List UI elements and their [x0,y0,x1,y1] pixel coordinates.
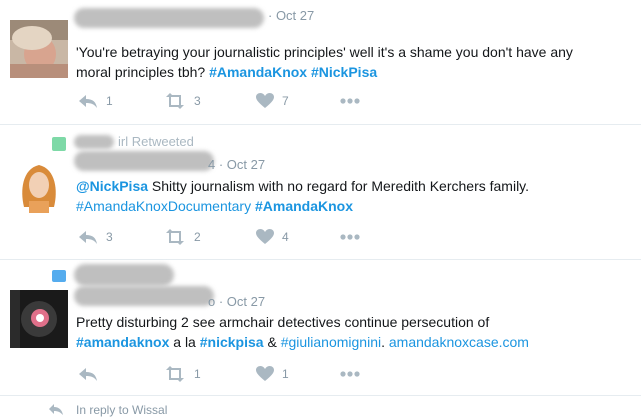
reply-count: 1 [106,94,113,108]
tweet-2[interactable]: irl Retweeted 4 · Oct 27 @NickPisa Shitt… [0,125,641,260]
redacted-name [74,151,214,171]
avatar[interactable] [10,20,68,78]
like-button[interactable]: 1 [256,364,289,384]
tweet-time[interactable]: · Oct 27 [268,8,314,23]
hashtag-link[interactable]: #AmandaKnox [255,198,353,214]
more-icon [340,371,360,377]
mention-link[interactable]: @NickPisa [76,178,148,194]
heart-icon [256,93,274,108]
reply-button[interactable]: 3 [78,227,113,247]
external-link[interactable]: amandaknoxcase.com [389,334,529,350]
tweet-1[interactable]: · Oct 27 'You're betraying your journali… [0,0,641,125]
avatar[interactable] [10,290,68,348]
more-icon [340,98,360,104]
text-fragment: moral principles tbh? [76,64,210,80]
hashtag-link[interactable]: #giulianomignini [281,334,381,350]
more-button[interactable] [340,364,360,384]
retweet-button[interactable]: 2 [164,227,201,247]
like-button[interactable]: 7 [256,91,289,111]
tweet-text-line: Pretty disturbing 2 see armchair detecti… [76,314,490,330]
reply-icon [79,368,97,381]
tweet-actions: 1 3 7 [78,91,378,111]
tweet-text-line: 'You're betraying your journalistic prin… [76,44,573,60]
like-button[interactable]: 4 [256,227,289,247]
more-button[interactable] [340,227,360,247]
reply-count: 3 [106,230,113,244]
tweet-3[interactable]: o · Oct 27 Pretty disturbing 2 see armch… [0,260,641,396]
reply-button[interactable]: 1 [78,91,113,111]
heart-icon [256,229,274,244]
text-fragment: . [381,334,389,350]
text-fragment: Shitty journalism with no regard for Mer… [148,178,530,194]
more-icon [340,234,360,240]
tweet-text-line: #amandaknox a la #nickpisa & #giulianomi… [76,332,529,352]
tweet-text: @NickPisa Shitty journalism with no rega… [76,176,529,216]
retweet-indicator-icon [52,137,66,151]
redacted-name [74,8,264,28]
more-button[interactable] [340,91,360,111]
redacted-retweeter [74,135,114,149]
reply-indicator-icon [52,270,66,282]
next-tweet-partial: In reply to Wissal [0,396,641,417]
retweet-icon [166,229,184,245]
tweet-text-line: @NickPisa Shitty journalism with no rega… [76,176,529,196]
redacted-name [74,286,214,306]
hashtag-link[interactable]: #NickPisa [311,64,377,80]
retweet-note: irl Retweeted [118,134,194,149]
tweet-actions: 1 1 [78,364,378,384]
reply-arrow-icon [49,404,63,415]
avatar[interactable] [10,155,68,213]
text-fragment: & [263,334,281,350]
tweet-text-line: #AmandaKnoxDocumentary #AmandaKnox [76,196,529,216]
hashtag-link[interactable]: #AmandaKnox [209,64,307,80]
reply-button[interactable] [78,364,106,384]
retweet-button[interactable]: 3 [164,91,201,111]
hashtag-link[interactable]: #amandaknox [76,334,169,350]
redacted-header [74,264,174,286]
text-fragment: a la [169,334,200,350]
retweet-count: 3 [194,94,201,108]
tweet-text-line: moral principles tbh? #AmandaKnox #NickP… [76,62,573,82]
hashtag-link[interactable]: #nickpisa [200,334,264,350]
tweet-time[interactable]: o · Oct 27 [208,294,265,309]
retweet-count: 2 [194,230,201,244]
heart-icon [256,366,274,381]
like-count: 1 [282,367,289,381]
tweet-actions: 3 2 4 [78,227,378,247]
retweet-icon [166,366,184,382]
reply-icon [79,231,97,244]
retweet-count: 1 [194,367,201,381]
tweet-text: Pretty disturbing 2 see armchair detecti… [76,312,529,352]
tweet-time[interactable]: 4 · Oct 27 [208,157,265,172]
like-count: 7 [282,94,289,108]
tweet-text: 'You're betraying your journalistic prin… [76,42,573,82]
hashtag-link[interactable]: #AmandaKnoxDocumentary [76,198,251,214]
retweet-icon [166,93,184,109]
retweet-button[interactable]: 1 [164,364,201,384]
reply-icon [79,95,97,108]
like-count: 4 [282,230,289,244]
